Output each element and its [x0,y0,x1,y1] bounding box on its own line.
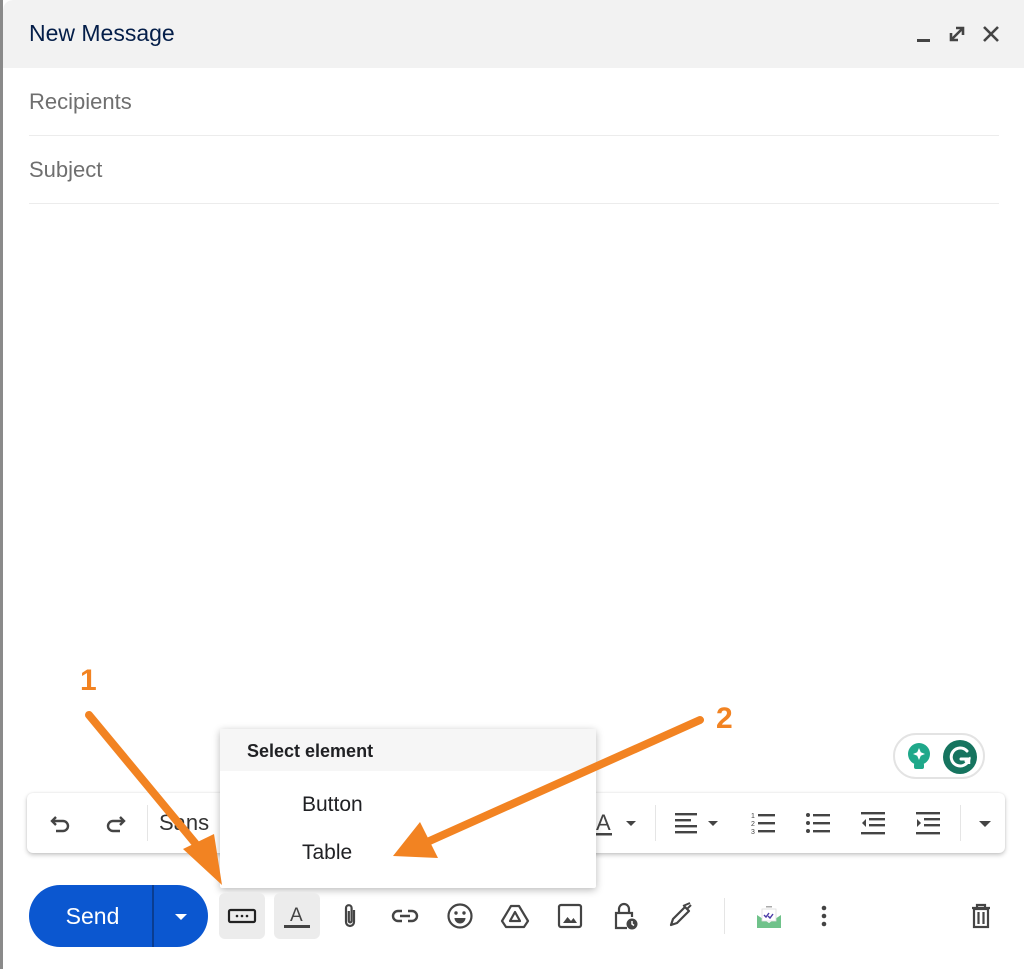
confidential-mode-button[interactable] [602,893,648,939]
layout-element-icon [227,908,257,924]
discard-draft-button[interactable] [958,893,1004,939]
toolbar-divider [655,805,656,841]
expand-icon [949,26,965,42]
drive-button[interactable] [492,893,538,939]
svg-text:A: A [290,905,303,926]
compose-title: New Message [29,20,175,46]
lightbulb-icon[interactable] [905,742,933,772]
trash-icon [972,903,990,929]
signature-icon [669,902,692,927]
link-button[interactable] [382,893,428,939]
more-formatting-button[interactable] [971,807,999,839]
link-icon [391,909,419,923]
minimize-icon [917,39,930,42]
menu-item-label: Button [302,793,363,816]
undo-icon [50,816,70,833]
bulleted-list-button[interactable] [802,807,834,839]
indent-less-button[interactable] [857,807,889,839]
svg-text:2: 2 [751,821,755,828]
toolbar-divider [960,805,961,841]
align-icon [675,813,718,834]
menu-header-label: Select element [247,741,374,761]
grammarly-widget[interactable] [893,733,985,779]
svg-text:1: 1 [751,813,755,820]
bottom-divider [724,898,725,934]
confidential-mode-icon [614,902,638,930]
bulleted-list-icon [806,813,830,833]
chevron-down-icon [979,821,991,827]
recipients-field [29,68,999,136]
annotation-step-1: 1 [80,664,97,697]
align-button[interactable] [672,807,728,839]
subject-field [29,136,999,204]
indent-more-button[interactable] [912,807,944,839]
svg-text:3: 3 [751,829,755,836]
text-color-icon: A [596,810,636,836]
email-tracker-button[interactable] [746,893,792,939]
close-icon [983,26,999,42]
grammarly-g-icon [949,746,971,768]
numbered-list-icon: 1 2 3 [751,813,775,836]
chevron-down-icon [175,914,187,920]
subject-input[interactable] [29,136,999,203]
recipients-input[interactable] [29,68,999,135]
signature-button[interactable] [657,893,703,939]
menu-item-table[interactable]: Table [220,829,596,875]
menu-item-button[interactable]: Button [220,781,596,827]
drive-icon [500,904,530,929]
toolbar-divider [147,805,148,841]
attach-icon [344,904,356,928]
grammarly-button[interactable] [943,740,977,774]
layout-element-button[interactable] [219,893,265,939]
menu-item-label: Table [302,841,353,864]
send-button[interactable]: Send [29,885,152,947]
select-element-menu: Select element Button Table [220,729,596,888]
minimize-button[interactable] [912,22,936,46]
photo-icon [557,903,583,929]
insert-photo-button[interactable] [547,893,593,939]
svg-text:A: A [596,810,611,835]
attach-button[interactable] [327,893,373,939]
emoji-icon [447,903,473,929]
more-options-button[interactable] [801,893,847,939]
emoji-button[interactable] [437,893,483,939]
font-family-select[interactable]: Sans [159,810,209,836]
close-button[interactable] [979,22,1003,46]
indent-less-icon [861,812,885,835]
schedule-send-button[interactable] [154,885,208,947]
redo-icon [106,816,126,833]
undo-button[interactable] [45,807,77,839]
message-body[interactable] [29,205,999,725]
compose-titlebar[interactable]: New Message [3,0,1024,68]
menu-header: Select element [220,729,596,771]
indent-more-icon [916,812,940,835]
formatting-options-icon: A [284,905,310,928]
redo-button[interactable] [99,807,131,839]
email-tracker-icon [757,906,781,928]
annotation-step-2: 2 [716,702,733,735]
text-color-button[interactable]: A [593,807,643,839]
formatting-options-button[interactable]: A [274,893,320,939]
fullscreen-button[interactable] [945,22,969,46]
numbered-list-button[interactable]: 1 2 3 [747,807,779,839]
more-vert-icon [821,905,827,927]
send-button-group: Send [29,885,208,947]
